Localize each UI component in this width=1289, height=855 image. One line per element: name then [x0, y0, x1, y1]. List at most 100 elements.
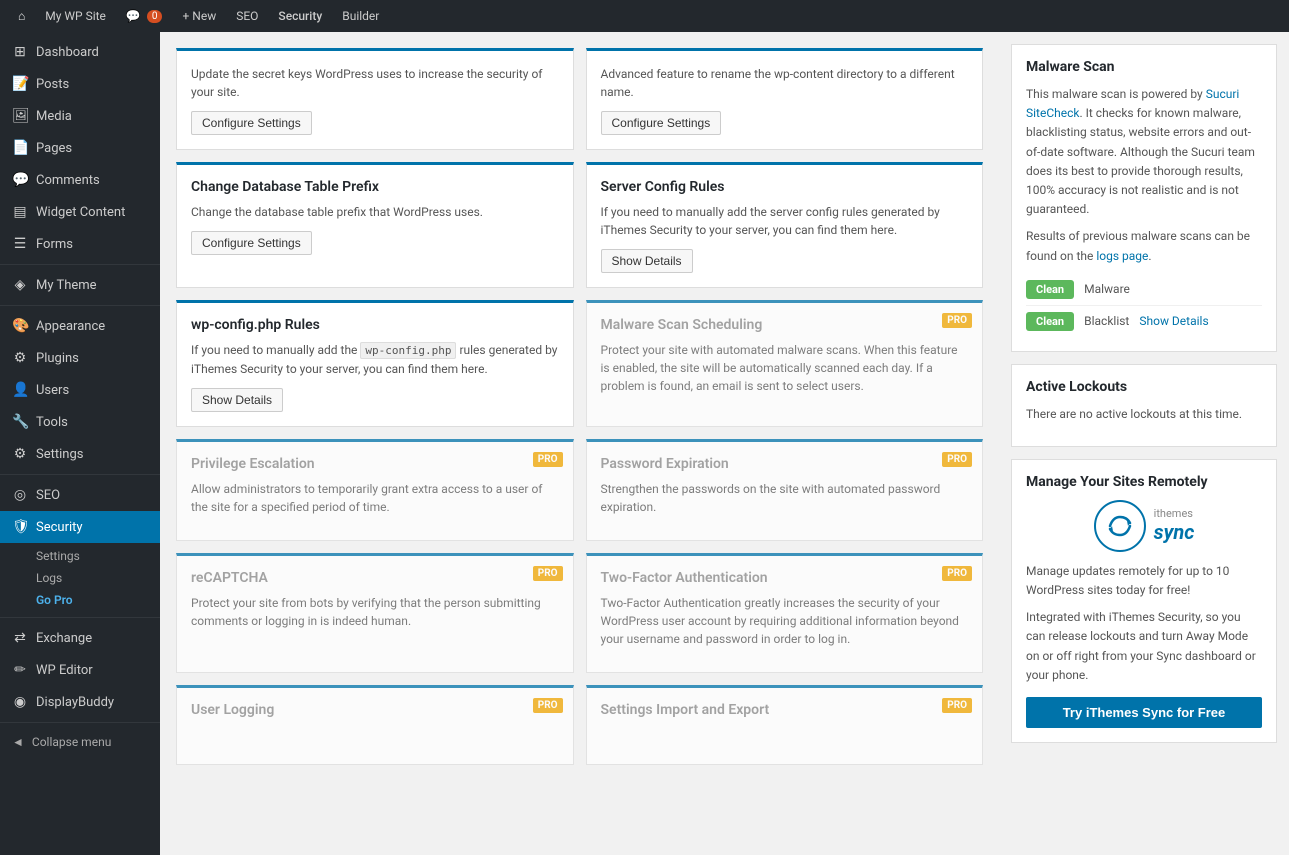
main-content: Update the secret keys WordPress uses to… — [160, 32, 1289, 855]
sidebar-item-media[interactable]: 🖼 Media — [0, 100, 160, 132]
appearance-icon: 🎨 — [12, 318, 28, 334]
sidebar-item-users[interactable]: 👤 Users — [0, 374, 160, 406]
settings-icon: ⚙ — [12, 446, 28, 462]
active-lockouts-panel: Active Lockouts There are no active lock… — [1011, 364, 1277, 447]
try-sync-btn[interactable]: Try iThemes Sync for Free — [1026, 697, 1262, 728]
logs-page-link[interactable]: logs page — [1096, 249, 1148, 263]
admin-bar: ⌂ ⌂ My WP Site 💬 0 + New SEO Security Bu… — [0, 0, 1289, 32]
sidebar-item-label: Widget Content — [36, 205, 125, 220]
sync-brand-text: ithemes sync — [1154, 507, 1195, 544]
card-user-logging-title: User Logging — [191, 702, 559, 718]
card-malware-scan-scheduling: PRO Malware Scan Scheduling Protect your… — [586, 300, 984, 427]
card-password-expiration: PRO Password Expiration Strengthen the p… — [586, 439, 984, 541]
card-secret-keys-desc: Update the secret keys WordPress uses to… — [191, 65, 559, 101]
plugins-icon: ⚙ — [12, 350, 28, 366]
sidebar-item-settings[interactable]: ⚙ Settings — [0, 438, 160, 470]
exchange-icon: ⇄ — [12, 630, 28, 646]
scan-row-blacklist: Clean Blacklist Show Details — [1026, 306, 1262, 337]
builder-label: Builder — [342, 9, 379, 23]
collapse-menu[interactable]: ◄ Collapse menu — [0, 727, 160, 757]
card-change-db-prefix-desc: Change the database table prefix that Wo… — [191, 203, 559, 221]
sidebar-item-label: Posts — [36, 77, 69, 92]
wp-icon: ⌂ — [18, 9, 25, 23]
card-server-config-title: Server Config Rules — [601, 179, 969, 195]
notification-count: 0 — [147, 10, 163, 23]
sidebar-item-seo[interactable]: ◎ SEO — [0, 479, 160, 511]
sidebar-item-label: Dashboard — [36, 45, 99, 60]
sidebar-item-dashboard[interactable]: ⊞ Dashboard — [0, 36, 160, 68]
my-theme-icon: ◈ — [12, 277, 28, 293]
blacklist-label: Blacklist — [1084, 314, 1129, 328]
sidebar-item-appearance[interactable]: 🎨 Appearance — [0, 310, 160, 342]
sidebar-item-my-theme[interactable]: ◈ My Theme — [0, 269, 160, 301]
card-settings-import-export-title: Settings Import and Export — [601, 702, 969, 718]
sidebar-item-label: Exchange — [36, 631, 92, 646]
security-submenu: Settings Logs Go Pro — [0, 543, 160, 613]
security-label: Security — [278, 9, 322, 23]
admin-bar-builder[interactable]: Builder — [332, 0, 389, 32]
sync-circle-icon — [1094, 500, 1146, 552]
admin-bar-security[interactable]: Security — [268, 0, 332, 32]
sidebar-item-widget-content[interactable]: ▤ Widget Content — [0, 196, 160, 228]
sidebar-sub-gopro[interactable]: Go Pro — [28, 589, 160, 611]
configure-settings-btn-1[interactable]: Configure Settings — [191, 111, 312, 135]
card-wp-config-title: wp-config.php Rules — [191, 317, 559, 333]
card-malware-scan-title: Malware Scan Scheduling — [601, 317, 969, 333]
seo-label: SEO — [236, 9, 258, 23]
manage-sync-title: Manage Your Sites Remotely — [1026, 474, 1262, 490]
blacklist-show-details-link[interactable]: Show Details — [1139, 314, 1208, 328]
card-change-db-prefix: Change Database Table Prefix Change the … — [176, 162, 574, 288]
card-two-factor-auth: PRO Two-Factor Authentication Two-Factor… — [586, 553, 984, 673]
wp-layout: ⊞ Dashboard 📝 Posts 🖼 Media 📄 Pages 💬 Co… — [0, 32, 1289, 855]
admin-bar-site-icon[interactable]: ⌂ — [8, 0, 35, 32]
sidebar-item-posts[interactable]: 📝 Posts — [0, 68, 160, 100]
card-settings-import-export: PRO Settings Import and Export — [586, 685, 984, 765]
sidebar-item-label: Forms — [36, 237, 73, 252]
scan-row-malware: Clean Malware — [1026, 274, 1262, 306]
sidebar-sub-settings[interactable]: Settings — [28, 545, 160, 567]
configure-settings-btn-2[interactable]: Configure Settings — [601, 111, 722, 135]
collapse-icon: ◄ — [12, 735, 24, 749]
top-cards-row: Update the secret keys WordPress uses to… — [176, 48, 983, 150]
sidebar-item-forms[interactable]: ☰ Forms — [0, 228, 160, 260]
sidebar-item-exchange[interactable]: ⇄ Exchange — [0, 622, 160, 654]
admin-bar-site-name[interactable]: ⌂ My WP Site — [35, 0, 116, 32]
card-server-config-btn[interactable]: Show Details — [601, 249, 693, 273]
sidebar-item-displaybuddy[interactable]: ◉ DisplayBuddy — [0, 686, 160, 718]
sidebar-item-label: My Theme — [36, 278, 97, 293]
card-rename-content-dir: Advanced feature to rename the wp-conten… — [586, 48, 984, 150]
card-rename-desc: Advanced feature to rename the wp-conten… — [601, 65, 969, 101]
sidebar-item-label: Users — [36, 383, 69, 398]
dashboard-icon: ⊞ — [12, 44, 28, 60]
sidebar-item-wp-editor[interactable]: ✏ WP Editor — [0, 654, 160, 686]
wp-editor-icon: ✏ — [12, 662, 28, 678]
malware-scan-logs-text: Results of previous malware scans can be… — [1026, 227, 1262, 265]
sync-name-label: sync — [1154, 520, 1195, 544]
sidebar-item-pages[interactable]: 📄 Pages — [0, 132, 160, 164]
comments-icon: 💬 — [12, 172, 28, 188]
admin-bar-seo[interactable]: SEO — [226, 0, 268, 32]
sidebar-item-comments[interactable]: 💬 Comments — [0, 164, 160, 196]
card-server-config: Server Config Rules If you need to manua… — [586, 162, 984, 288]
collapse-label: Collapse menu — [32, 735, 111, 749]
admin-bar-notifications[interactable]: 💬 0 — [116, 0, 173, 32]
card-change-db-configure-btn[interactable]: Configure Settings — [191, 231, 312, 255]
sucuri-link[interactable]: Sucuri SiteCheck — [1026, 87, 1239, 120]
card-malware-scan-desc: Protect your site with automated malware… — [601, 341, 969, 395]
wp-config-code: wp-config.php — [360, 342, 456, 359]
sidebar-item-tools[interactable]: 🔧 Tools — [0, 406, 160, 438]
sidebar-item-label: Appearance — [36, 319, 105, 334]
card-privilege-escalation-title: Privilege Escalation — [191, 456, 559, 472]
sidebar-item-security[interactable]: 🛡 Security — [0, 511, 160, 543]
sidebar-item-plugins[interactable]: ⚙ Plugins — [0, 342, 160, 374]
sidebar-item-label: Security — [36, 520, 83, 535]
active-lockouts-title: Active Lockouts — [1026, 379, 1262, 395]
admin-bar-new[interactable]: + New — [172, 0, 226, 32]
cards-grid: Change Database Table Prefix Change the … — [176, 162, 983, 765]
sync-desc2: Integrated with iThemes Security, so you… — [1026, 608, 1262, 685]
card-wp-config-desc: If you need to manually add the wp-confi… — [191, 341, 559, 378]
card-wp-config-btn[interactable]: Show Details — [191, 388, 283, 412]
sidebar-sub-logs[interactable]: Logs — [28, 567, 160, 589]
pro-badge: PRO — [533, 698, 563, 713]
card-password-expiration-desc: Strengthen the passwords on the site wit… — [601, 480, 969, 516]
